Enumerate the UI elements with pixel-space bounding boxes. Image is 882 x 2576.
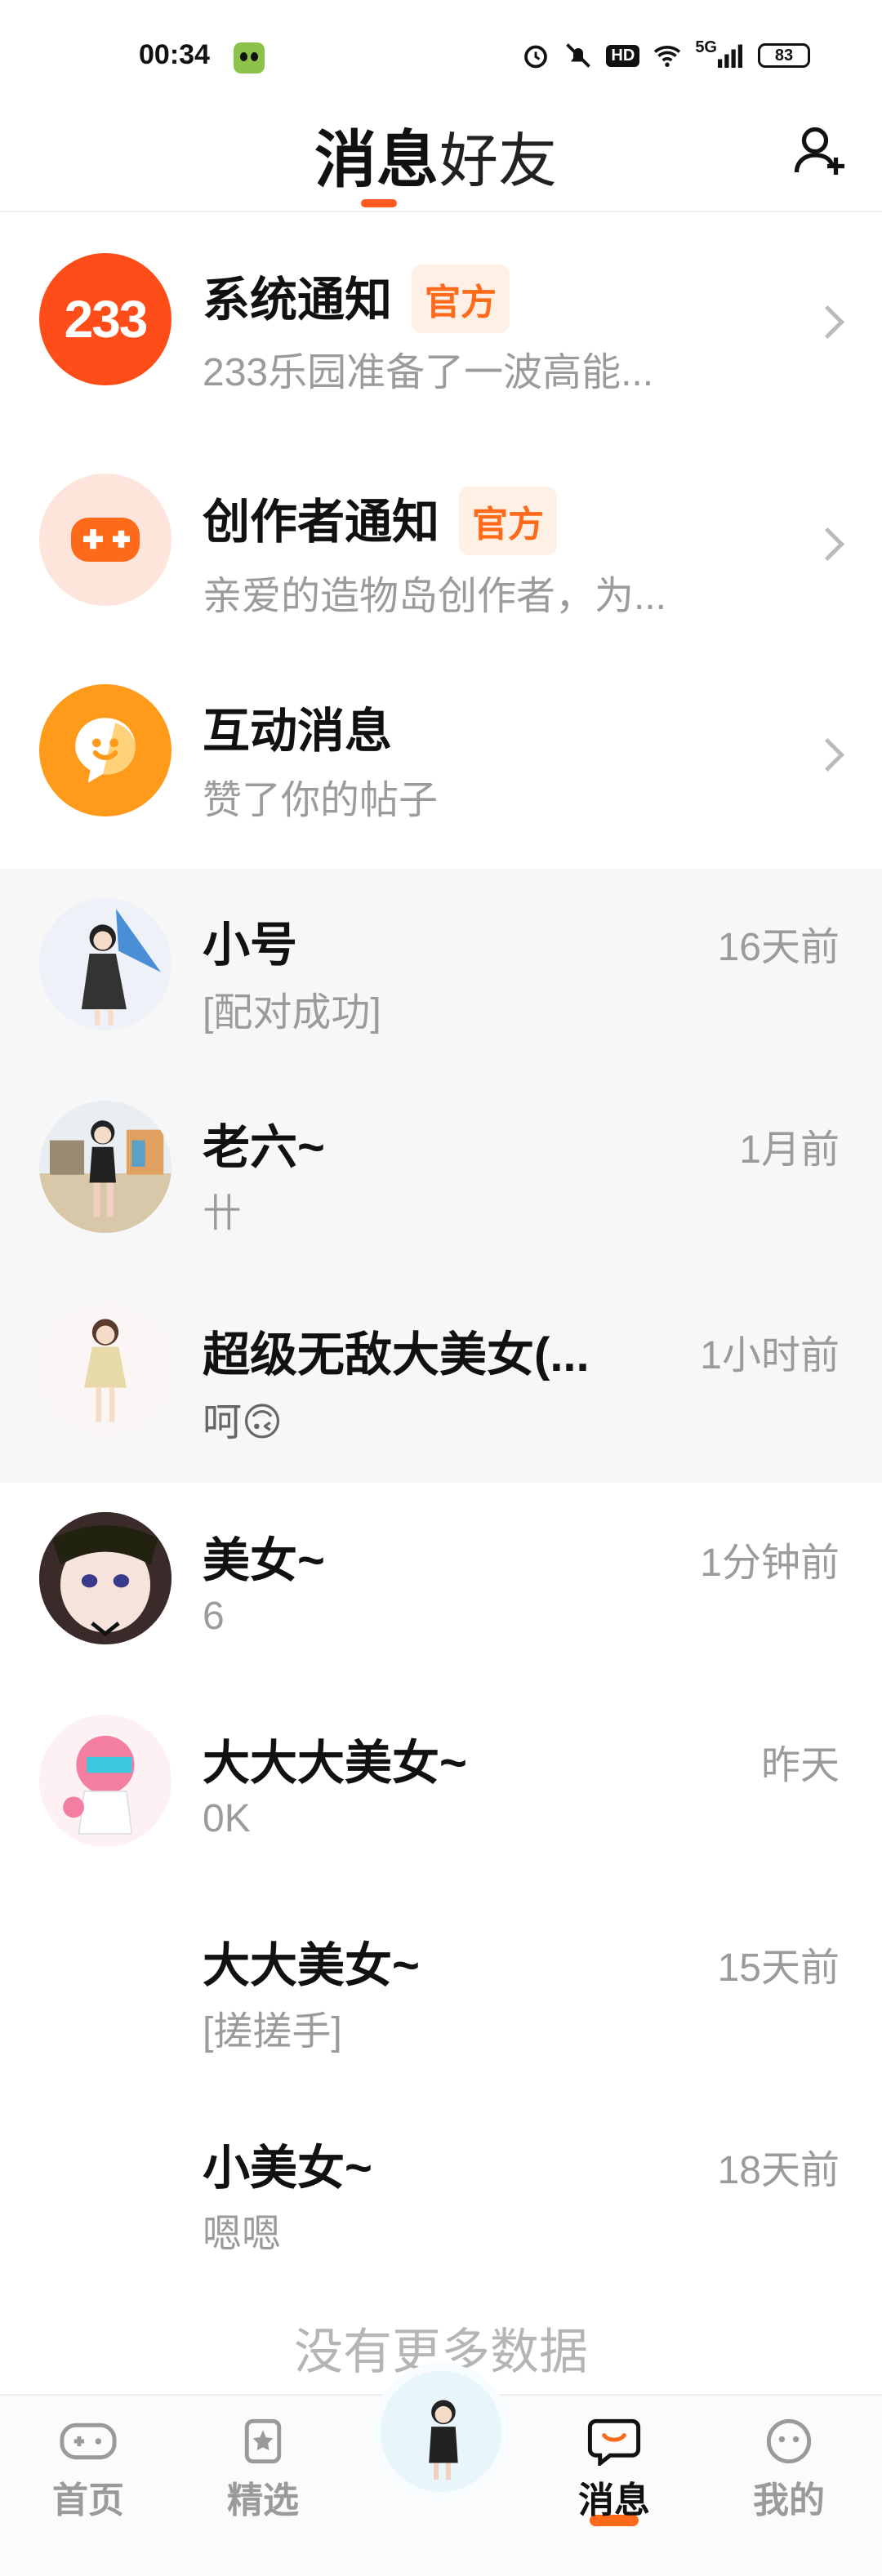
chat-time: 18天前 <box>717 2149 840 2192</box>
user-avatar <box>39 2129 172 2262</box>
character-avatar-image <box>39 1512 172 1644</box>
center-avatar-button[interactable] <box>381 2371 501 2492</box>
nav-featured[interactable]: 精选 <box>198 2417 328 2523</box>
chat-preview: 呵🙃 <box>203 1401 283 1444</box>
row-name: 互动消息 <box>203 705 393 758</box>
row-preview: 亲爱的造物岛创作者，为... <box>203 575 667 618</box>
interaction-avatar <box>39 684 172 816</box>
character-avatar-image <box>81 908 162 1026</box>
gamepad-icon <box>71 518 140 562</box>
status-icons: HD 5G 83 <box>521 38 810 70</box>
character-avatar-image <box>39 1120 172 1233</box>
user-avatar <box>39 1101 172 1233</box>
signal-icon <box>718 44 742 68</box>
bottom-nav: 首页 精选 消息 我的 <box>0 2371 882 2576</box>
user-avatar <box>39 1512 172 1644</box>
chat-preview: [搓搓手] <box>203 2010 342 2053</box>
alarm-icon <box>524 45 548 69</box>
row-name: 系统通知 官方 <box>203 261 510 338</box>
row-preview: 233乐园准备了一波高能... <box>203 351 654 394</box>
chat-name: 大大美女~ <box>203 1939 420 1992</box>
row-preview: 赞了你的帖子 <box>203 779 439 822</box>
chat-name: 美女~ <box>203 1534 325 1587</box>
message-list: 233 系统通知 官方 233乐园准备了一波高能... 创作者通知 官方 亲爱的造物… <box>0 211 882 2293</box>
233-logo-avatar: 233 <box>39 253 172 385</box>
chat-name: 小美女~ <box>203 2142 372 2195</box>
gamepad-avatar <box>39 474 172 606</box>
tab-messages[interactable]: 消息 <box>314 109 439 199</box>
system-notice-row[interactable]: 233 系统通知 官方 233乐园准备了一波高能... <box>0 211 882 433</box>
message-smile-icon <box>587 2418 641 2466</box>
row-name: 创作者通知 官方 <box>203 483 558 560</box>
user-avatar <box>39 898 172 1030</box>
user-avatar <box>39 1303 172 1435</box>
chat-row[interactable]: 超级无敌大美女(... 呵🙃 1小时前 <box>0 1274 882 1483</box>
status-time: 00:34 <box>139 39 210 70</box>
chat-smile-icon <box>75 718 136 783</box>
chat-time: 昨天 <box>760 1744 840 1787</box>
chat-preview: 0K <box>203 1797 251 1840</box>
character-avatar-image <box>429 2400 458 2480</box>
chat-row[interactable]: 小号 [配对成功] 16天前 <box>0 869 882 1071</box>
nav-mine[interactable]: 我的 <box>724 2417 854 2523</box>
character-avatar-image <box>84 1319 127 1422</box>
user-avatar <box>39 1715 172 1847</box>
chat-name: 小号 <box>203 919 298 972</box>
chat-name: 超级无敌大美女(... <box>203 1328 590 1381</box>
chevron-right-icon <box>810 527 845 562</box>
chat-row[interactable]: 小美女~ 嗯嗯 18天前 <box>0 2090 882 2293</box>
interaction-row[interactable]: 互动消息 赞了你的帖子 <box>0 655 882 869</box>
user-avatar <box>39 1927 172 2059</box>
nav-messages[interactable]: 消息 <box>549 2417 679 2526</box>
chat-preview: 嗯嗯 <box>203 2213 282 2256</box>
nav-featured-label: 精选 <box>227 2480 299 2520</box>
creator-notice-row[interactable]: 创作者通知 官方 亲爱的造物岛创作者，为... <box>0 433 882 655</box>
chat-name: 大大大美女~ <box>203 1737 467 1790</box>
chat-time: 15天前 <box>717 1946 840 1990</box>
chat-time: 1月前 <box>739 1128 840 1172</box>
star-card-icon <box>244 2418 282 2464</box>
nav-messages-label: 消息 <box>578 2480 650 2520</box>
chat-row[interactable]: 老六~ 卄 1月前 <box>0 1071 882 1274</box>
hd-icon: HD <box>606 44 640 67</box>
chat-time: 1小时前 <box>700 1334 840 1377</box>
nav-home-label: 首页 <box>52 2480 124 2520</box>
official-badge: 官方 <box>412 264 510 333</box>
chevron-right-icon <box>810 737 845 772</box>
chat-preview: 6 <box>203 1595 225 1638</box>
face-icon <box>766 2418 812 2464</box>
character-avatar-image <box>63 1735 135 1835</box>
chat-row[interactable]: 大大美女~ [搓搓手] 15天前 <box>0 1888 882 2090</box>
header: 消息 好友 <box>0 106 882 212</box>
nav-home[interactable]: 首页 <box>23 2417 154 2523</box>
nav-mine-label: 我的 <box>753 2480 825 2520</box>
chat-row[interactable]: 大大大美女~ 0K 昨天 <box>0 1685 882 1888</box>
gamepad-icon <box>60 2423 117 2460</box>
chat-time: 16天前 <box>717 926 840 969</box>
chat-preview: [配对成功] <box>203 991 381 1034</box>
tab-active-indicator <box>361 199 397 207</box>
status-bar: 00:34 HD 5G 83 <box>0 0 882 114</box>
mute-icon <box>566 43 591 68</box>
wifi-icon <box>654 46 681 67</box>
official-badge: 官方 <box>459 486 558 555</box>
chat-preview: 卄 <box>203 1192 243 1235</box>
chevron-right-icon <box>810 305 845 340</box>
chat-time: 1分钟前 <box>700 1542 840 1585</box>
battery-icon: 83 <box>758 43 810 68</box>
app-notification-icon <box>234 42 265 73</box>
add-friend-icon[interactable] <box>791 121 849 180</box>
chat-name: 老六~ <box>203 1121 325 1174</box>
tab-friends[interactable]: 好友 <box>439 113 557 198</box>
network-type: 5G <box>695 38 717 56</box>
chat-row[interactable]: 美女~ 6 1分钟前 <box>0 1483 882 1685</box>
logo-text: 233 <box>64 290 149 349</box>
